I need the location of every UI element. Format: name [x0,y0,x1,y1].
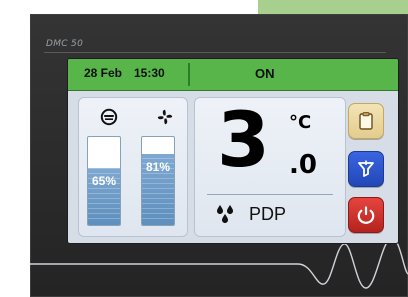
fan-icon [155,107,175,127]
pdp-label: PDP [249,204,287,224]
compressor-load-value: 65% [91,174,117,188]
fan-speed-value: 81% [145,160,171,174]
pdp-panel: 3 °C .0 PDP [194,97,346,237]
status-bar: 28 Feb 15:30 ON [68,59,398,91]
filter-button[interactable] [348,151,384,187]
load-panel: 65% 81% [78,97,188,237]
clipboard-button[interactable] [348,103,384,139]
status-time: 15:30 [134,66,165,80]
temperature-decimal: .0 [289,150,317,180]
action-column [348,97,390,235]
wave-decoration [30,237,408,289]
temperature-integer: 3 [217,95,270,184]
divider-line [44,52,386,53]
status-state: ON [255,66,275,81]
fan-speed-bar: 81% [141,136,175,226]
clipboard-icon [359,112,373,130]
power-button[interactable] [348,197,384,233]
pdp-divider [207,194,333,195]
compressor-icon [99,107,119,127]
background-strip [258,0,408,14]
compressor-load-bar: 65% [87,136,121,226]
status-date: 28 Feb [84,66,123,80]
filter-icon [358,160,374,177]
water-drops-icon [213,202,237,226]
power-icon [357,206,375,224]
status-divider [188,63,190,86]
model-label: DMC 50 [46,39,84,49]
temperature-unit: °C [289,112,312,133]
display-screen: 28 Feb 15:30 ON 65% 81% 3 °C .0 PDP [68,59,398,243]
